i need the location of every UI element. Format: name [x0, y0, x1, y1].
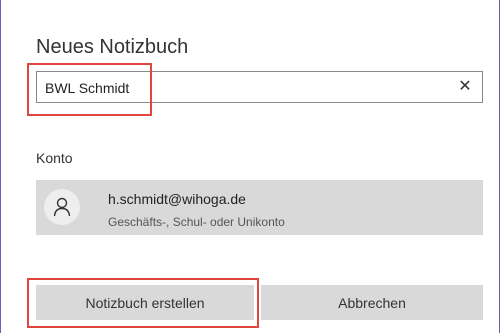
new-notebook-dialog: Neues Notizbuch BWL Schmidt ✕ Konto h.sc… [0, 0, 500, 333]
cancel-button[interactable]: Abbrechen [261, 285, 483, 320]
highlight-box-name [27, 63, 152, 116]
dialog-title: Neues Notizbuch [36, 36, 189, 58]
person-icon [53, 197, 71, 217]
close-icon[interactable]: ✕ [458, 78, 472, 96]
account-selector[interactable]: h.schmidt@wihoga.de Geschäfts-, Schul- o… [36, 180, 483, 235]
account-type: Geschäfts-, Schul- oder Unikonto [108, 215, 285, 229]
account-email: h.schmidt@wihoga.de [108, 191, 246, 207]
account-section-label: Konto [36, 150, 73, 166]
avatar [44, 189, 80, 225]
highlight-box-create [27, 278, 259, 328]
